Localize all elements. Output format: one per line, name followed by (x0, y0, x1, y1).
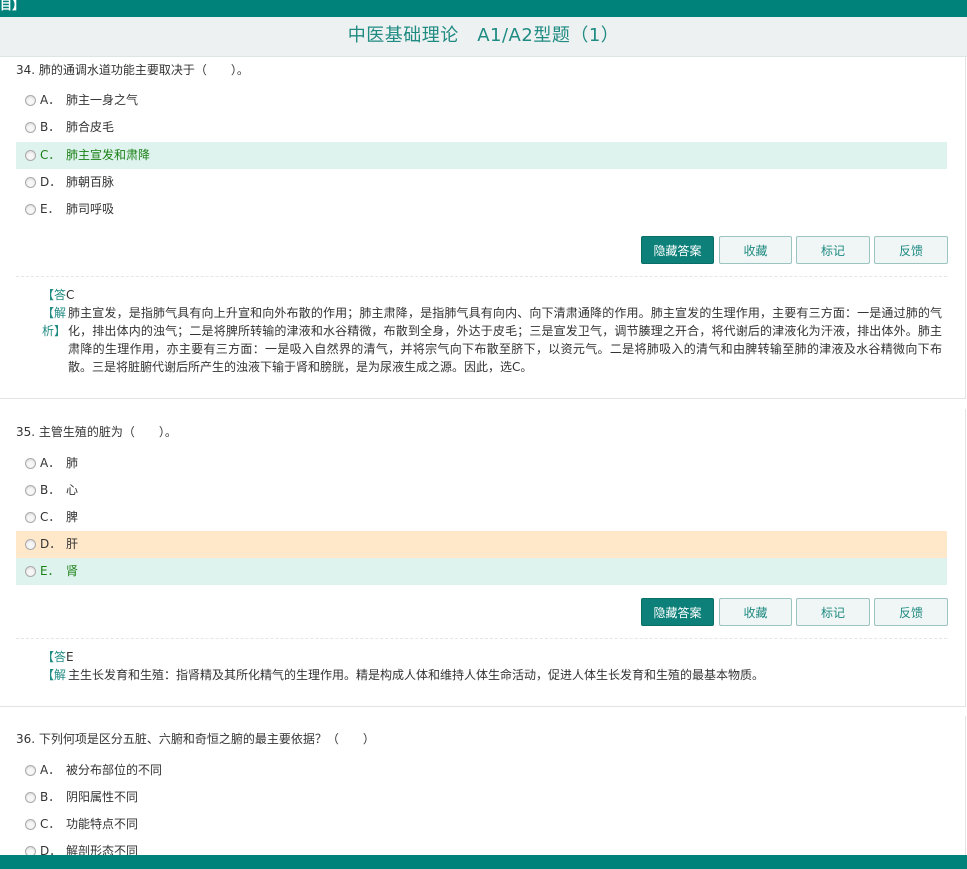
option-e-correct[interactable]: E． 肾 (16, 558, 947, 585)
option-c[interactable]: C． 脾 (16, 504, 947, 531)
option-letter: B． (40, 120, 61, 134)
option-text: 肝 (66, 537, 79, 551)
option-d[interactable]: D． 解剖形态不同 (16, 838, 947, 855)
option-letter: C． (40, 148, 61, 162)
option-text: 肺朝百脉 (66, 175, 115, 189)
radio-button[interactable] (25, 204, 36, 215)
answer-line: 【答E (42, 649, 74, 665)
answer-value: E (66, 650, 74, 664)
option-text: 被分布部位的不同 (66, 763, 163, 777)
analysis-text: 肺主宣发，是指肺气具有向上升宣和向外布散的作用；肺主肃降，是指肺气具有向内、向下… (68, 306, 942, 374)
option-text: 阴阳属性不同 (66, 790, 139, 804)
option-text: 肺主一身之气 (66, 93, 139, 107)
option-text: 肺司呼吸 (66, 202, 115, 216)
question-card-34: 34. 肺的通调水道功能主要取决于（ ）。 A． 肺主一身之气 B． 肺合皮毛 … (0, 57, 966, 399)
option-letter: A． (40, 93, 61, 107)
collect-button[interactable]: 收藏 (719, 236, 792, 264)
answer-prefix: 【答 (42, 288, 67, 302)
radio-button[interactable] (25, 819, 36, 830)
analysis-block: 【解析】 主生长发育和生殖：指肾精及其所化精气的生理作用。精是构成人体和维持人体… (42, 666, 942, 684)
radio-button[interactable] (25, 539, 36, 550)
option-a[interactable]: A． 被分布部位的不同 (16, 757, 947, 784)
top-bar-label: 目】 (0, 0, 25, 12)
mark-button[interactable]: 标记 (796, 236, 870, 264)
top-bar: 目】 (0, 0, 967, 17)
option-letter: B． (40, 483, 61, 497)
radio-button[interactable] (25, 566, 36, 577)
divider (16, 638, 947, 639)
question-stem: 36. 下列何项是区分五脏、六腑和奇恒之腑的最主要依据？（ ） (16, 732, 375, 746)
question-stem: 34. 肺的通调水道功能主要取决于（ ）。 (16, 63, 249, 77)
option-d[interactable]: D． 肺朝百脉 (16, 169, 947, 196)
radio-button[interactable] (25, 177, 36, 188)
radio-button[interactable] (25, 485, 36, 496)
answer-prefix: 【答 (42, 650, 67, 664)
mark-button[interactable]: 标记 (796, 598, 870, 626)
option-letter: E． (40, 564, 60, 578)
option-text: 肾 (66, 564, 79, 578)
option-c[interactable]: C． 功能特点不同 (16, 811, 947, 838)
collect-button[interactable]: 收藏 (719, 598, 792, 626)
radio-button[interactable] (25, 512, 36, 523)
option-letter: B． (40, 790, 61, 804)
hide-answer-button[interactable]: 隐藏答案 (641, 598, 714, 626)
answer-line: 【答C (42, 287, 74, 303)
option-letter: C． (40, 817, 61, 831)
option-letter: D． (40, 537, 62, 551)
radio-button[interactable] (25, 792, 36, 803)
analysis-block: 【解析】 肺主宣发，是指肺气具有向上升宣和向外布散的作用；肺主肃降，是指肺气具有… (42, 304, 942, 376)
divider (16, 276, 947, 277)
option-text: 心 (66, 483, 79, 497)
analysis-label: 【解析】 (42, 306, 67, 338)
option-text: 肺合皮毛 (66, 120, 115, 134)
option-letter: E． (40, 202, 60, 216)
option-b[interactable]: B． 肺合皮毛 (16, 114, 947, 141)
option-b[interactable]: B． 阴阳属性不同 (16, 784, 947, 811)
option-text: 肺主宣发和肃降 (66, 148, 151, 162)
bottom-bar (0, 855, 967, 869)
title-bar: 中医基础理论 A1/A2型题（1） (0, 17, 967, 57)
option-text: 脾 (66, 510, 79, 524)
hide-answer-button[interactable]: 隐藏答案 (641, 236, 714, 264)
question-stem: 35. 主管生殖的脏为（ ）。 (16, 425, 177, 439)
option-e[interactable]: E． 肺司呼吸 (16, 196, 947, 223)
radio-button[interactable] (25, 846, 36, 855)
option-text: 功能特点不同 (66, 817, 139, 831)
answer-value: C (66, 288, 75, 302)
radio-button[interactable] (25, 458, 36, 469)
option-letter: C． (40, 510, 61, 524)
option-b[interactable]: B． 心 (16, 477, 947, 504)
option-letter: A． (40, 456, 61, 470)
option-text: 肺 (66, 456, 79, 470)
feedback-button[interactable]: 反馈 (874, 236, 948, 264)
question-card-36: 36. 下列何项是区分五脏、六腑和奇恒之腑的最主要依据？（ ） A． 被分布部位… (0, 716, 966, 855)
option-a[interactable]: A． 肺 (16, 450, 947, 477)
analysis-text: 主生长发育和生殖：指肾精及其所化精气的生理作用。精是构成人体和维持人体生命活动，… (68, 668, 765, 682)
option-c-correct[interactable]: C． 肺主宣发和肃降 (16, 142, 947, 169)
option-a[interactable]: A． 肺主一身之气 (16, 87, 947, 114)
radio-button[interactable] (25, 765, 36, 776)
option-text: 解剖形态不同 (66, 844, 139, 855)
radio-button[interactable] (25, 122, 36, 133)
option-letter: D． (40, 844, 62, 855)
option-letter: A． (40, 763, 61, 777)
feedback-button[interactable]: 反馈 (874, 598, 948, 626)
page-title: 中医基础理论 A1/A2型题（1） (347, 25, 620, 46)
option-d-selected-wrong[interactable]: D． 肝 (16, 531, 947, 558)
option-letter: D． (40, 175, 62, 189)
analysis-label: 【解析】 (42, 668, 67, 682)
radio-button[interactable] (25, 150, 36, 161)
radio-button[interactable] (25, 95, 36, 106)
question-card-35: 35. 主管生殖的脏为（ ）。 A． 肺 B． 心 C． 脾 D． 肝 E． 肾… (0, 409, 966, 707)
